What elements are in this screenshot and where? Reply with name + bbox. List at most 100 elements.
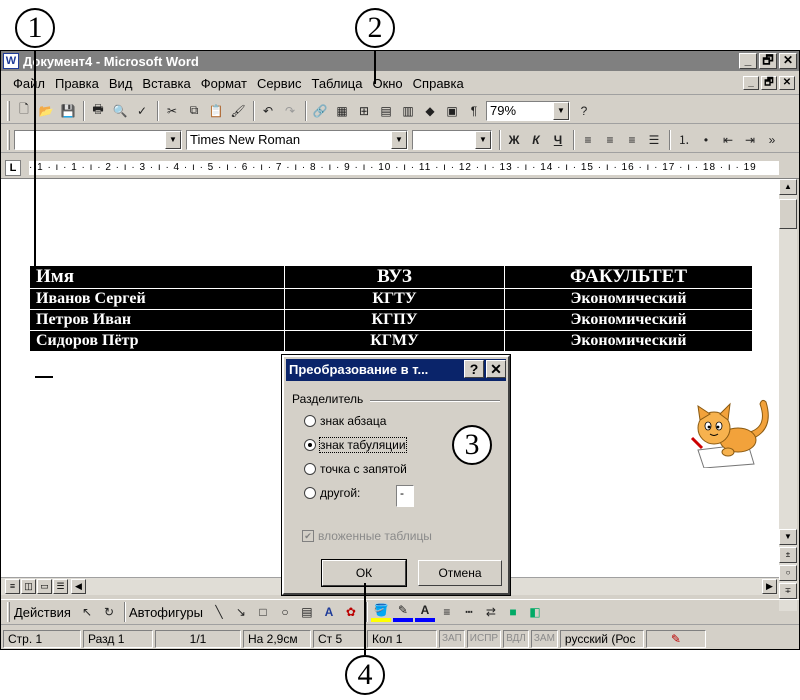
other-separator-input[interactable]: - — [396, 485, 414, 507]
print-icon[interactable]: 🖶 — [88, 101, 108, 121]
scroll-left-icon[interactable]: ◀ — [71, 579, 86, 594]
header-university[interactable]: ВУЗ — [284, 265, 505, 289]
underline-button[interactable]: Ч — [548, 130, 568, 150]
previous-page-icon[interactable]: ± — [779, 547, 797, 563]
justify-icon[interactable]: ☰ — [644, 130, 664, 150]
arrow-icon[interactable]: ↘ — [231, 602, 251, 622]
chevron-down-icon[interactable]: ▼ — [391, 130, 407, 149]
show-formatting-icon[interactable]: ¶ — [464, 101, 484, 121]
scroll-down-icon[interactable]: ▼ — [779, 529, 797, 545]
clipart-icon[interactable]: ✿ — [341, 602, 361, 622]
cell-university[interactable]: КГМУ — [284, 330, 505, 352]
free-rotate-icon[interactable]: ↻ — [99, 602, 119, 622]
selected-table-text[interactable]: Имя ВУЗ ФАКУЛЬТЕТ Иванов Сергей КГТУ Эко… — [29, 265, 753, 352]
wordart-icon[interactable]: A — [319, 602, 339, 622]
radio-semicolon[interactable]: точка с запятой — [304, 462, 407, 476]
line-color-icon[interactable]: ✎ — [392, 602, 413, 622]
dash-style-icon[interactable]: ┅ — [459, 602, 479, 622]
columns-icon[interactable]: ▥ — [398, 101, 418, 121]
restore-button[interactable]: 🗗 — [759, 53, 777, 69]
cell-university[interactable]: КГТУ — [284, 288, 505, 310]
status-record[interactable]: ЗАП — [439, 629, 465, 648]
menu-insert[interactable]: Вставка — [142, 76, 190, 91]
3d-icon[interactable]: ◧ — [525, 602, 545, 622]
arrow-style-icon[interactable]: ⇄ — [481, 602, 501, 622]
redo-icon[interactable]: ↷ — [280, 101, 300, 121]
vertical-scrollbar[interactable]: ▲ ▼ ± ○ ∓ — [779, 179, 797, 611]
autoshapes-menu[interactable]: Автофигуры — [129, 605, 203, 620]
font-combo[interactable]: Times New Roman ▼ — [186, 129, 408, 150]
cut-icon[interactable]: ✂ — [162, 101, 182, 121]
header-name[interactable]: Имя — [29, 265, 285, 289]
text-box-icon[interactable]: ▤ — [297, 602, 317, 622]
cell-name[interactable]: Сидоров Пётр — [29, 330, 285, 352]
select-objects-icon[interactable]: ↖ — [77, 602, 97, 622]
tables-borders-icon[interactable]: ▦ — [332, 101, 352, 121]
radio-other[interactable]: другой: — [304, 486, 360, 500]
scroll-up-icon[interactable]: ▲ — [779, 179, 797, 195]
minimize-button[interactable]: _ — [739, 53, 757, 69]
hyperlink-icon[interactable]: 🔗 — [310, 101, 330, 121]
radio-dot[interactable] — [304, 463, 316, 475]
tab-selector[interactable]: L — [5, 160, 21, 176]
radio-dot[interactable] — [304, 415, 316, 427]
status-overtype[interactable]: ЗАМ — [530, 629, 558, 648]
nested-tables-checkbox[interactable]: ✔ вложенные таблицы — [302, 529, 432, 543]
align-left-icon[interactable]: ≡ — [578, 130, 598, 150]
radio-dot[interactable] — [304, 439, 316, 451]
increase-indent-icon[interactable]: ⇥ — [740, 130, 760, 150]
print-preview-icon[interactable]: 🔍 — [110, 101, 130, 121]
font-size-combo[interactable]: ▼ — [412, 129, 492, 150]
spelling-status-icon[interactable]: ✎ — [645, 629, 706, 648]
word-app-icon[interactable]: W — [3, 53, 19, 69]
document-map-icon[interactable]: ▣ — [442, 101, 462, 121]
numbering-icon[interactable]: ⒈ — [674, 130, 694, 150]
toolbar-grip[interactable] — [7, 602, 10, 622]
outline-view-icon[interactable]: ☰ — [53, 579, 68, 594]
doc-minimize-button[interactable]: _ — [743, 76, 759, 90]
radio-paragraph[interactable]: знак абзаца — [304, 414, 386, 428]
menu-view[interactable]: Вид — [109, 76, 133, 91]
cell-faculty[interactable]: Экономический — [504, 288, 753, 310]
italic-button[interactable]: К — [526, 130, 546, 150]
menu-format[interactable]: Формат — [201, 76, 247, 91]
next-page-icon[interactable]: ∓ — [779, 583, 797, 599]
decrease-indent-icon[interactable]: ⇤ — [718, 130, 738, 150]
help-icon[interactable]: ? — [574, 101, 594, 121]
toolbar-grip[interactable] — [7, 100, 10, 121]
align-right-icon[interactable]: ≡ — [622, 130, 642, 150]
paste-icon[interactable]: 📋 — [206, 101, 226, 121]
actions-menu[interactable]: Действия — [14, 605, 71, 620]
ruler-scale[interactable]: · 1 · ı · 1 · ı · 2 · ı · 3 · ı · 4 · ı … — [29, 161, 779, 175]
insert-table-icon[interactable]: ⊞ — [354, 101, 374, 121]
status-track-changes[interactable]: ИСПР — [466, 629, 502, 648]
bullets-icon[interactable]: • — [696, 130, 716, 150]
menu-edit[interactable]: Правка — [55, 76, 99, 91]
undo-icon[interactable]: ↶ — [258, 101, 278, 121]
zoom-combo[interactable]: 79% ▼ — [486, 100, 570, 121]
save-icon[interactable]: 💾 — [58, 101, 78, 121]
oval-icon[interactable]: ○ — [275, 602, 295, 622]
more-buttons-icon[interactable]: » — [762, 130, 782, 150]
status-extend[interactable]: ВДЛ — [503, 629, 529, 648]
cancel-button[interactable]: Отмена — [418, 560, 502, 586]
cell-faculty[interactable]: Экономический — [504, 309, 753, 331]
doc-restore-button[interactable]: 🗗 — [761, 76, 777, 90]
radio-tab[interactable]: знак табуляции — [304, 437, 407, 453]
dialog-help-button[interactable]: ? — [464, 360, 484, 378]
checkbox-box[interactable]: ✔ — [302, 530, 314, 542]
menu-help[interactable]: Справка — [413, 76, 464, 91]
chevron-down-icon[interactable]: ▼ — [553, 101, 569, 120]
print-view-icon[interactable]: ▭ — [37, 579, 52, 594]
line-icon[interactable]: ╲ — [209, 602, 229, 622]
menu-tools[interactable]: Сервис — [257, 76, 302, 91]
line-style-icon[interactable]: ≡ — [437, 602, 457, 622]
cell-university[interactable]: КГПУ — [284, 309, 505, 331]
browse-object-icon[interactable]: ○ — [779, 565, 797, 581]
align-center-icon[interactable]: ≡ — [600, 130, 620, 150]
cell-name[interactable]: Петров Иван — [29, 309, 285, 331]
toolbar-grip[interactable] — [7, 129, 10, 150]
title-bar[interactable]: W Документ4 - Microsoft Word _ 🗗 ✕ — [1, 51, 799, 71]
web-view-icon[interactable]: ◫ — [21, 579, 36, 594]
cell-faculty[interactable]: Экономический — [504, 330, 753, 352]
